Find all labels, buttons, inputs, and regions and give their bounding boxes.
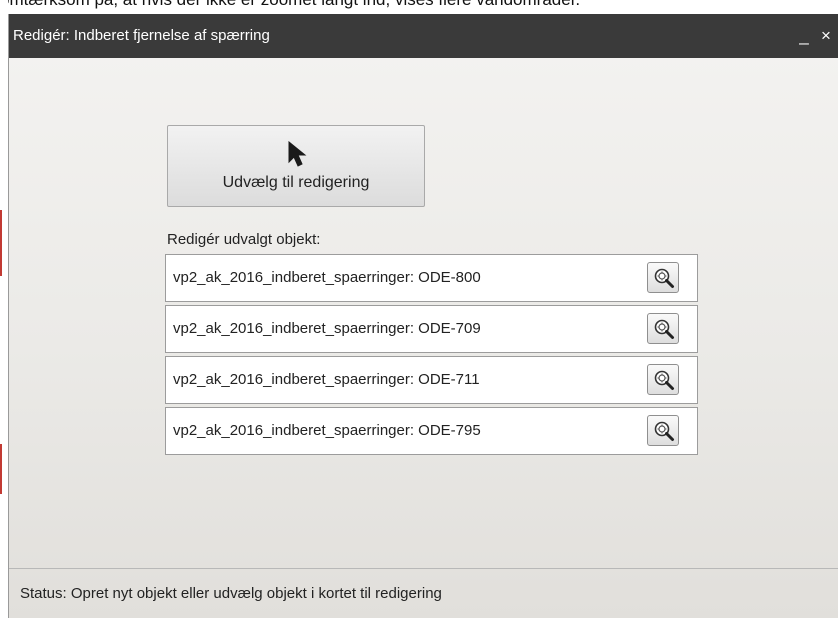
object-label: vp2_ak_2016_indberet_spaerringer: ODE-71… bbox=[173, 371, 480, 388]
zoom-to-icon bbox=[654, 268, 674, 288]
zoom-to-object-button[interactable] bbox=[647, 415, 679, 446]
zoom-to-object-button[interactable] bbox=[647, 364, 679, 395]
object-row[interactable]: vp2_ak_2016_indberet_spaerringer: ODE-79… bbox=[165, 407, 698, 455]
dialog-titlebar[interactable]: Redigér: Indberet fjernelse af spærring … bbox=[9, 14, 838, 58]
object-label: vp2_ak_2016_indberet_spaerringer: ODE-80… bbox=[173, 269, 481, 286]
status-divider bbox=[9, 568, 838, 569]
dialog-title: Redigér: Indberet fjernelse af spærring bbox=[13, 27, 270, 44]
edit-selected-object-heading: Redigér udvalgt objekt: bbox=[167, 231, 321, 248]
select-for-edit-button[interactable]: Udvælg til redigering bbox=[167, 125, 425, 207]
zoom-to-object-button[interactable] bbox=[647, 262, 679, 293]
object-label: vp2_ak_2016_indberet_spaerringer: ODE-70… bbox=[173, 320, 481, 337]
zoom-to-object-button[interactable] bbox=[647, 313, 679, 344]
minimize-button[interactable]: _ bbox=[794, 24, 814, 48]
close-button[interactable]: × bbox=[816, 24, 836, 48]
object-row[interactable]: vp2_ak_2016_indberet_spaerringer: ODE-71… bbox=[165, 356, 698, 404]
zoom-to-icon bbox=[654, 319, 674, 339]
map-edge-red-mark bbox=[0, 444, 2, 494]
zoom-to-icon bbox=[654, 421, 674, 441]
zoom-to-icon bbox=[654, 370, 674, 390]
map-edge bbox=[0, 0, 8, 618]
object-row[interactable]: vp2_ak_2016_indberet_spaerringer: ODE-80… bbox=[165, 254, 698, 302]
background-map-text: omtærksom på, at hvis der ikke er zoomet… bbox=[0, 0, 838, 10]
map-edge-red-mark bbox=[0, 210, 2, 276]
object-label: vp2_ak_2016_indberet_spaerringer: ODE-79… bbox=[173, 422, 481, 439]
object-row[interactable]: vp2_ak_2016_indberet_spaerringer: ODE-70… bbox=[165, 305, 698, 353]
cursor-arrow-icon bbox=[288, 141, 307, 167]
edit-dialog: Redigér: Indberet fjernelse af spærring … bbox=[8, 14, 838, 618]
selected-object-list: vp2_ak_2016_indberet_spaerringer: ODE-80… bbox=[165, 254, 698, 458]
select-for-edit-label: Udvælg til redigering bbox=[222, 174, 370, 191]
status-text: Status: Opret nyt objekt eller udvælg ob… bbox=[20, 585, 442, 602]
